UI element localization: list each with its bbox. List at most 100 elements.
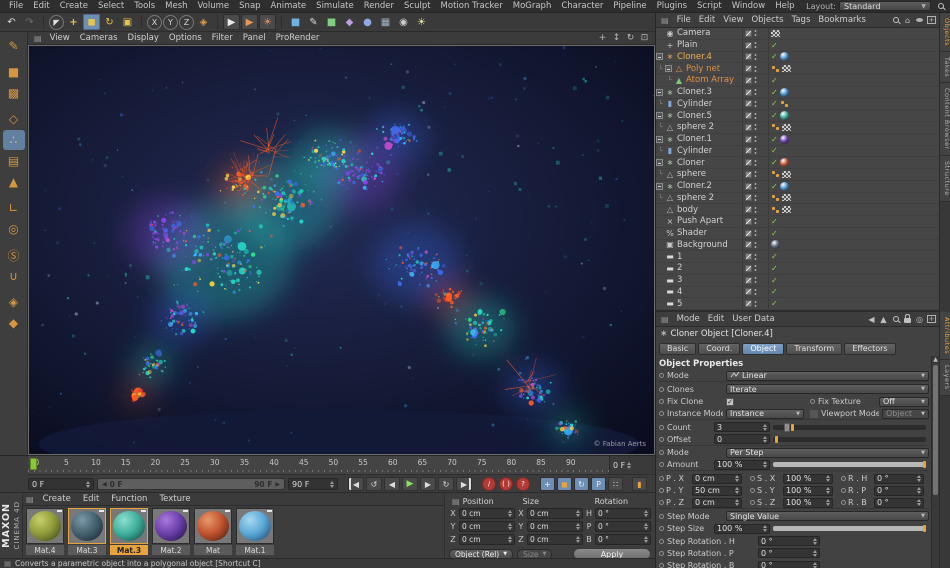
menu-item-tags[interactable]: Tags — [788, 15, 815, 25]
expander-icon[interactable] — [656, 53, 663, 61]
search-icon[interactable] — [890, 314, 901, 325]
field-stepper[interactable] — [763, 435, 767, 443]
add-panel-icon[interactable]: + — [926, 314, 937, 325]
enabled-check-icon[interactable]: ✓ — [771, 287, 778, 296]
menu-item-objects[interactable]: Objects — [747, 15, 787, 25]
field-stepper[interactable] — [763, 423, 767, 431]
dropdown-instance[interactable]: Instance ▼ — [726, 408, 804, 419]
menu-item-script[interactable]: Script — [692, 1, 727, 11]
object-row-poly-net[interactable]: └ △ Poly net — [656, 63, 939, 75]
field-stepper[interactable] — [644, 510, 648, 517]
menu-item-motion-tracker[interactable]: Motion Tracker — [436, 1, 508, 11]
menu-item-animate[interactable]: Animate — [266, 1, 312, 11]
visibility-dots-icon[interactable] — [754, 252, 757, 261]
side-tab-objects[interactable]: Objects — [940, 13, 950, 53]
volume-builder-button[interactable]: ● — [359, 14, 376, 30]
object-row-2[interactable]: ▬ 2 ✓ — [656, 263, 939, 275]
material-thumbnail[interactable] — [194, 508, 232, 544]
edit-badge-icon[interactable] — [745, 229, 752, 237]
animatable-dot-icon[interactable] — [750, 488, 755, 494]
autokey-button[interactable]: ( ) — [499, 477, 513, 491]
visibility-dots-icon[interactable] — [754, 193, 757, 202]
visibility-dots-icon[interactable] — [754, 287, 757, 296]
side-tab-content-browser[interactable]: Content Browser — [940, 83, 950, 157]
rotate-view-icon[interactable]: ↻ — [625, 33, 636, 43]
dropdown-single-value[interactable]: Single Value ▼ — [726, 511, 929, 522]
number-field[interactable]: 0 ° — [874, 485, 924, 496]
play-preview-button[interactable]: ↺ — [366, 477, 382, 491]
field-stepper[interactable] — [644, 523, 648, 530]
material-thumbnail[interactable] — [26, 508, 64, 544]
number-field[interactable]: 0 cm — [692, 473, 742, 484]
enabled-check-icon[interactable]: ✓ — [771, 276, 778, 285]
layout-select[interactable]: Standard ▼ — [839, 1, 931, 11]
object-row-body[interactable]: △ body — [656, 204, 939, 216]
visibility-dots-icon[interactable] — [754, 29, 757, 38]
dolly-view-icon[interactable]: ↕ — [611, 33, 622, 43]
field-stepper[interactable] — [826, 487, 830, 495]
field-stepper[interactable] — [826, 475, 830, 483]
value-slider[interactable] — [773, 525, 926, 533]
y-axis-lock[interactable]: Y — [163, 14, 178, 30]
visibility-dots-icon[interactable] — [754, 64, 757, 73]
scale-tool[interactable]: ◼ — [83, 14, 100, 30]
checkbox-fix-clone[interactable]: ✓ — [726, 397, 734, 406]
field-stepper[interactable] — [735, 475, 739, 483]
tab-coord[interactable]: Coord. — [698, 342, 741, 355]
edit-badge-icon[interactable] — [745, 135, 752, 143]
loop-mode-button[interactable]: ↻ — [438, 477, 454, 491]
number-field[interactable]: 100 % — [783, 485, 833, 496]
edit-badge-icon[interactable] — [745, 182, 752, 190]
frame-stepper[interactable] — [627, 461, 632, 469]
field-stepper[interactable] — [763, 461, 767, 469]
field-stepper[interactable] — [576, 523, 580, 530]
expander-icon[interactable] — [656, 112, 663, 120]
material-tag-icon[interactable] — [779, 52, 789, 62]
position-field[interactable]: 0 cm — [459, 508, 515, 519]
key-pla-toggle[interactable]: ∷ — [608, 477, 623, 491]
menu-item-mode[interactable]: Mode — [673, 314, 704, 324]
edit-badge-icon[interactable] — [745, 88, 752, 96]
material-tag-icon[interactable] — [779, 111, 789, 121]
animatable-dot-icon[interactable] — [659, 411, 664, 417]
animatable-dot-icon[interactable] — [659, 450, 664, 456]
texture-tag-icon[interactable] — [782, 206, 791, 214]
visibility-dots-icon[interactable] — [754, 299, 757, 308]
menu-item-texture[interactable]: Texture — [153, 494, 196, 504]
expander-icon[interactable] — [656, 135, 663, 143]
undo-icon[interactable]: ↶ — [3, 14, 20, 30]
visibility-dots-icon[interactable] — [754, 111, 757, 120]
animatable-dot-icon[interactable] — [659, 436, 664, 442]
number-field[interactable]: 0 cm — [692, 497, 742, 508]
eye-icon[interactable] — [914, 15, 925, 26]
menu-item-user-data[interactable]: User Data — [728, 314, 778, 324]
material-thumbnail[interactable] — [68, 508, 106, 544]
rotation-field[interactable]: 0 ° — [595, 534, 651, 545]
menu-item-file[interactable]: File — [673, 15, 695, 25]
value-slider[interactable] — [773, 435, 926, 443]
menu-item-plugins[interactable]: Plugins — [652, 1, 692, 11]
texture-tag-icon[interactable] — [782, 170, 791, 178]
rotate-tool[interactable]: ↻ — [101, 14, 118, 30]
target-icon[interactable]: ◎ — [914, 314, 925, 325]
tab-basic[interactable]: Basic — [659, 342, 697, 355]
size-field[interactable]: 0 cm — [527, 508, 583, 519]
range-end-field[interactable]: 90 F — [288, 478, 338, 490]
enabled-check-icon[interactable]: ✓ — [771, 158, 778, 167]
position-field[interactable]: 0 cm — [459, 534, 515, 545]
edit-badge-icon[interactable] — [745, 41, 752, 49]
tab-transform[interactable]: Transform — [786, 342, 843, 355]
dropdown-linear[interactable]: Linear ▼ — [726, 370, 929, 381]
edit-badge-icon[interactable] — [745, 276, 752, 284]
slider-handle[interactable] — [923, 525, 926, 533]
enabled-check-icon[interactable]: ✓ — [771, 217, 778, 226]
dropdown-per-step[interactable]: Per Step ▼ — [726, 447, 929, 458]
key-parameter-toggle[interactable]: P — [591, 477, 606, 491]
slider-handle[interactable] — [790, 423, 794, 431]
field-stepper[interactable] — [576, 536, 580, 543]
object-row-cloner-2[interactable]: ∗ Cloner.2 ✓ — [656, 180, 939, 193]
phong-tag-icon[interactable] — [771, 170, 780, 179]
rotation-field[interactable]: 0 ° — [595, 521, 651, 532]
menu-item-tools[interactable]: Tools — [129, 1, 160, 11]
light-object-button[interactable]: ☀ — [413, 14, 430, 30]
